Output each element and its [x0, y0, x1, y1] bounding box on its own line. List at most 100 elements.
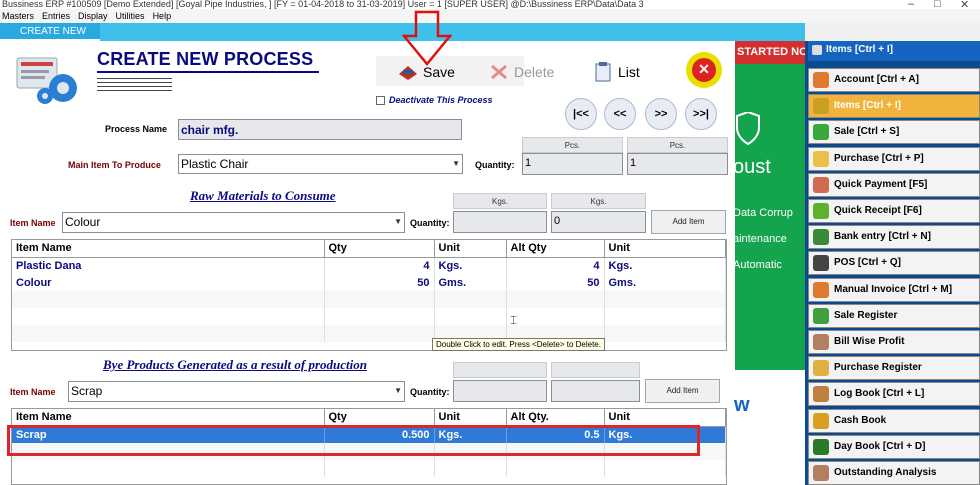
table-row[interactable]: Plastic Dana 4 Kgs. 4 Kgs.: [12, 257, 726, 274]
menu-display[interactable]: Display: [78, 9, 108, 23]
col-qty[interactable]: Qty: [324, 409, 435, 427]
title-decoration: [97, 78, 172, 94]
sidebar-item-day-book[interactable]: Day Book [Ctrl + D]: [808, 434, 980, 459]
table-row-empty: [12, 325, 726, 342]
raw-item-select[interactable]: Colour ▼: [62, 212, 405, 233]
delete-button[interactable]: Delete: [488, 62, 554, 82]
bye-add-item-button[interactable]: Add Item: [645, 379, 720, 403]
col-unit[interactable]: Unit: [434, 409, 507, 427]
sidebar-item-purchase-register[interactable]: Purchase Register: [808, 356, 980, 381]
outstanding-icon: [813, 465, 829, 481]
raw-materials-grid[interactable]: Item Name Qty Unit Alt Qty Unit Plastic …: [11, 239, 727, 351]
tab-create-new[interactable]: CREATE NEW: [0, 23, 100, 41]
sidebar-item-invoice[interactable]: Manual Invoice [Ctrl + M]: [808, 277, 980, 302]
sidebar-item-sale-register[interactable]: Sale Register: [808, 303, 980, 328]
delete-label: Delete: [514, 64, 555, 80]
col-item-name[interactable]: Item Name: [12, 240, 325, 258]
process-name-field[interactable]: chair mfg.: [178, 119, 462, 140]
col-alt-qty[interactable]: Alt Qty: [506, 240, 605, 258]
main-qty-1[interactable]: 1: [522, 153, 623, 175]
col-alt-unit[interactable]: Unit: [604, 409, 726, 427]
sidebar-item-label: Bill Wise Profit: [834, 336, 905, 347]
sidebar-item-payment[interactable]: Quick Payment [F5]: [808, 172, 980, 197]
window-title: Bussiness ERP #100509 [Demo Extended] [G…: [0, 0, 980, 9]
save-label: Save: [423, 64, 455, 80]
menu-help[interactable]: Help: [153, 9, 172, 23]
close-form-button[interactable]: ✕: [686, 52, 722, 88]
menu-entries[interactable]: Entries: [42, 9, 70, 23]
promo-text-3: aintenance: [733, 233, 787, 245]
nav-first-button[interactable]: |<<: [565, 98, 597, 130]
table-row[interactable]: Colour 50 Gms. 50 Gms.: [12, 274, 726, 291]
payment-icon: [813, 176, 829, 193]
window-controls: – □ ✕: [900, 0, 980, 11]
bank-icon: [813, 229, 829, 246]
main-item-select[interactable]: Plastic Chair ▼: [178, 154, 463, 174]
sidebar-item-label: Purchase Register: [834, 362, 922, 374]
menu-masters[interactable]: Masters: [2, 9, 34, 23]
tab-strip-right: [735, 23, 805, 41]
purchase-register-icon: [813, 360, 829, 377]
col-alt-qty[interactable]: Alt Qty.: [506, 409, 605, 427]
sidebar-item-outstanding[interactable]: Outstanding Analysis: [808, 461, 980, 485]
cursor-icon: ⌶: [510, 313, 518, 327]
chevron-down-icon[interactable]: ▼: [394, 213, 402, 231]
sidebar-item-label: Items [Ctrl + I]: [834, 100, 901, 112]
sidebar-item-purchase[interactable]: Purchase [Ctrl + P]: [808, 146, 980, 171]
banner: STARTED NO: [735, 41, 805, 64]
col-item-name[interactable]: Item Name: [12, 409, 325, 427]
sidebar-item-cash-book[interactable]: Cash Book: [808, 408, 980, 433]
bye-unit-2: [551, 362, 640, 378]
receipt-icon: [813, 203, 829, 219]
col-qty[interactable]: Qty: [324, 240, 435, 258]
nav-last-button[interactable]: >>|: [685, 98, 717, 130]
close-icon: ✕: [692, 58, 716, 82]
bye-quantity-label: Quantity:: [410, 387, 450, 397]
col-alt-unit[interactable]: Unit: [604, 240, 726, 258]
bye-item-name-label: Item Name: [10, 387, 56, 397]
sidebar-item-bank[interactable]: Bank entry [Ctrl + N]: [808, 225, 980, 250]
bye-qty-2[interactable]: [551, 380, 640, 402]
cell-unit: Kgs.: [434, 257, 507, 274]
raw-item-value: Colour: [65, 215, 101, 229]
promo-text-4: Automatic: [733, 259, 782, 271]
cell-qty: 50: [324, 274, 435, 291]
cell-alt-qty: 4: [506, 257, 605, 274]
invoice-icon: [813, 281, 829, 298]
delete-icon: [491, 64, 507, 80]
col-unit[interactable]: Unit: [434, 240, 507, 258]
nav-prev-button[interactable]: <<: [604, 98, 636, 130]
sidebar-item-items[interactable]: Items [Ctrl + I]: [808, 94, 980, 119]
raw-qty-2[interactable]: 0: [551, 211, 646, 233]
chevron-down-icon[interactable]: ▼: [452, 155, 460, 173]
raw-qty-1[interactable]: [453, 211, 547, 233]
sidebar-item-pos[interactable]: POS [Ctrl + Q]: [808, 251, 980, 276]
sidebar-item-log-book[interactable]: Log Book [Ctrl + L]: [808, 382, 980, 407]
sale-icon: [813, 124, 829, 141]
table-row-empty: [12, 460, 726, 477]
deactivate-label: Deactivate This Process: [389, 95, 493, 105]
sidebar-item-profit[interactable]: Bill Wise Profit: [808, 330, 980, 354]
nav-next-button[interactable]: >>: [645, 98, 677, 130]
bye-item-select[interactable]: Scrap ▼: [68, 381, 405, 402]
sidebar-item-label: Bank entry [Ctrl + N]: [834, 231, 931, 243]
raw-add-item-button[interactable]: Add Item: [651, 210, 726, 234]
sidebar-item-account[interactable]: Account [Ctrl + A]: [808, 68, 980, 92]
main-qty-2[interactable]: 1: [627, 153, 728, 175]
cell-item-name: Plastic Dana: [12, 257, 325, 274]
bye-qty-1[interactable]: [453, 380, 547, 402]
list-button[interactable]: List: [594, 62, 640, 82]
bye-grid-header: Item Name Qty Unit Alt Qty. Unit: [12, 409, 726, 427]
log-book-icon: [813, 386, 829, 403]
chevron-down-icon[interactable]: ▼: [394, 382, 402, 400]
menu-utilities[interactable]: Utilities: [116, 9, 145, 23]
red-arrow-annotation: [401, 10, 453, 66]
sidebar-item-sale[interactable]: Sale [Ctrl + S]: [808, 120, 980, 145]
main-quantity-label: Quantity:: [475, 160, 515, 170]
raw-unit-2: Kgs.: [551, 193, 646, 209]
account-icon: [813, 72, 829, 88]
cash-book-icon: [813, 412, 829, 429]
deactivate-checkbox[interactable]: [376, 96, 385, 105]
bye-unit-1: [453, 362, 547, 378]
sidebar-item-receipt[interactable]: Quick Receipt [F6]: [808, 199, 980, 223]
